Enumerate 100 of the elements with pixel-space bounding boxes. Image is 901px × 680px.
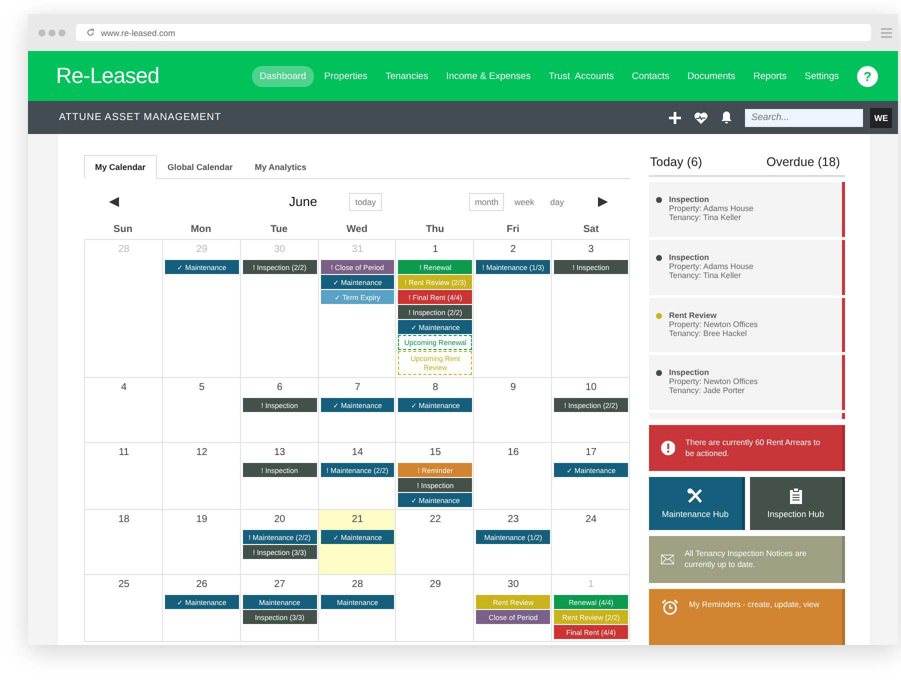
- day-number: 4: [120, 381, 128, 395]
- task-title: Inspection: [669, 368, 710, 378]
- day-number: 30: [273, 243, 286, 257]
- day-number: 28: [350, 578, 364, 592]
- hub-button[interactable]: Inspection Hub: [750, 477, 845, 530]
- company-name: ATTUNE ASSET MANAGEMENT: [59, 112, 222, 123]
- day-number: 16: [506, 446, 520, 460]
- day-number: 12: [195, 446, 208, 460]
- clipboard-icon: [790, 488, 802, 504]
- hub-button[interactable]: Maintenance Hub: [649, 477, 744, 530]
- day-number: 15: [428, 446, 442, 460]
- task-title: Inspection: [669, 252, 710, 262]
- today-button[interactable]: today: [349, 192, 382, 210]
- task-card[interactable]: Inspection Property: Newton Offices Tenancy: Jade Porter: [649, 355, 845, 410]
- view-button[interactable]: day: [544, 192, 570, 210]
- day-number: 23: [506, 513, 520, 527]
- day-number: 8: [432, 381, 440, 395]
- envelope-icon: [661, 552, 674, 566]
- notices-text: All Tenancy Inspection Notices are currently up to date.: [684, 548, 808, 570]
- day-number: 27: [273, 578, 286, 592]
- next-icon[interactable]: [598, 196, 608, 206]
- task-card[interactable]: Inspection Property: Adams House Tenancy: Tina Keller: [649, 240, 845, 295]
- calendar-tab[interactable]: My Calendar: [84, 155, 157, 179]
- alarm-clock-icon: [661, 598, 679, 615]
- alert-icon: [661, 438, 676, 457]
- task-property: Property: Adams House: [669, 204, 754, 213]
- day-cell[interactable]: 9: [474, 378, 552, 443]
- calendar-tab[interactable]: Global Calendar: [156, 155, 244, 179]
- weekday-heading: Fri: [506, 224, 520, 237]
- day-number: 31: [350, 243, 364, 257]
- calendar-tab[interactable]: My Analytics: [244, 155, 318, 179]
- day-number: 3: [587, 243, 595, 257]
- today-heading[interactable]: Today (6): [650, 155, 702, 169]
- task-property: Property: Adams House: [669, 262, 754, 271]
- task-tenancy: Tenancy: Jade Porter: [669, 386, 746, 396]
- day-number: 1: [432, 243, 440, 257]
- day-cell[interactable]: 22: [396, 510, 474, 575]
- reminders-text: My Reminders - create, update, view: [689, 598, 820, 610]
- day-number: 13: [273, 446, 286, 460]
- weekday-heading: Tue: [269, 224, 289, 237]
- tools-icon: [687, 488, 704, 504]
- day-number: 19: [195, 513, 208, 527]
- day-cell[interactable]: 25: [85, 575, 163, 642]
- task-property: Property: Newton Offices: [669, 320, 758, 329]
- day-cell[interactable]: 18: [85, 510, 163, 575]
- task-tenancy: Tenancy: Tina Keller: [669, 270, 742, 280]
- url-text: www.re-leased.com: [101, 28, 176, 38]
- task-tenancy: Tenancy: Tina Keller: [669, 213, 742, 222]
- reload-icon[interactable]: [86, 28, 95, 37]
- day-cell[interactable]: 24: [552, 510, 630, 575]
- bell-icon[interactable]: [721, 111, 732, 124]
- day-number: 10: [584, 381, 598, 395]
- user-initials-badge[interactable]: WE: [870, 108, 892, 128]
- weekday-heading: Wed: [346, 224, 368, 237]
- heart-pulse-icon[interactable]: [694, 112, 708, 124]
- day-number: 21: [350, 513, 364, 527]
- day-cell[interactable]: 5: [162, 378, 241, 443]
- day-number: 29: [195, 243, 208, 257]
- weekday-heading: Mon: [190, 224, 212, 237]
- arrears-alert[interactable]: There are currently 60 Rent Arrears to be actioned.: [649, 424, 845, 472]
- day-number: 28: [117, 243, 130, 257]
- address-bar[interactable]: www.re-leased.com: [76, 24, 871, 41]
- weekday-heading: Sat: [582, 224, 600, 237]
- search-field[interactable]: Search...: [745, 108, 864, 126]
- day-number: 20: [273, 513, 286, 527]
- task-title: Inspection: [669, 195, 710, 204]
- task-card[interactable]: Rent Review Property: Newton Offices Tenancy: Bree Hackel: [649, 298, 845, 352]
- day-cell[interactable]: 11: [85, 443, 163, 510]
- day-number: 6: [276, 381, 284, 395]
- day-number: 30: [506, 578, 520, 592]
- day-number: 18: [117, 513, 130, 527]
- task-card[interactable]: Inspection Property: Adams House Tenancy: Tina Keller: [649, 182, 845, 237]
- day-number: 7: [354, 381, 362, 395]
- view-button[interactable]: month: [468, 192, 504, 210]
- add-icon[interactable]: [669, 112, 682, 124]
- day-number: 5: [198, 381, 206, 395]
- task-tenancy: Tenancy: Bree Hackel: [669, 328, 748, 338]
- day-cell[interactable]: 19: [162, 510, 241, 575]
- alert-text: There are currently 60 Rent Arrears to be actioned.: [685, 436, 822, 459]
- day-number: 24: [584, 513, 598, 527]
- day-cell[interactable]: 29: [396, 575, 474, 642]
- weekday-heading: Sun: [112, 224, 134, 237]
- weekday-heading: Thu: [424, 224, 446, 237]
- day-cell[interactable]: 16: [474, 443, 552, 510]
- task-property: Property: Newton Offices: [669, 377, 758, 386]
- previous-icon[interactable]: [109, 196, 119, 206]
- day-number: 14: [350, 446, 364, 460]
- day-cell[interactable]: 12: [162, 443, 241, 510]
- day-number: 9: [509, 381, 517, 395]
- view-button[interactable]: week: [508, 192, 540, 210]
- day-number: 29: [428, 578, 442, 592]
- day-number: 26: [195, 578, 208, 592]
- day-number: 1: [587, 578, 595, 592]
- day-number: 22: [428, 513, 442, 527]
- day-number: 2: [509, 243, 517, 257]
- day-cell[interactable]: 4: [85, 378, 163, 443]
- month-title: June: [289, 194, 318, 209]
- overdue-heading[interactable]: Overdue (18): [766, 155, 840, 169]
- day-number: 17: [584, 446, 598, 460]
- day-number: 11: [118, 446, 130, 460]
